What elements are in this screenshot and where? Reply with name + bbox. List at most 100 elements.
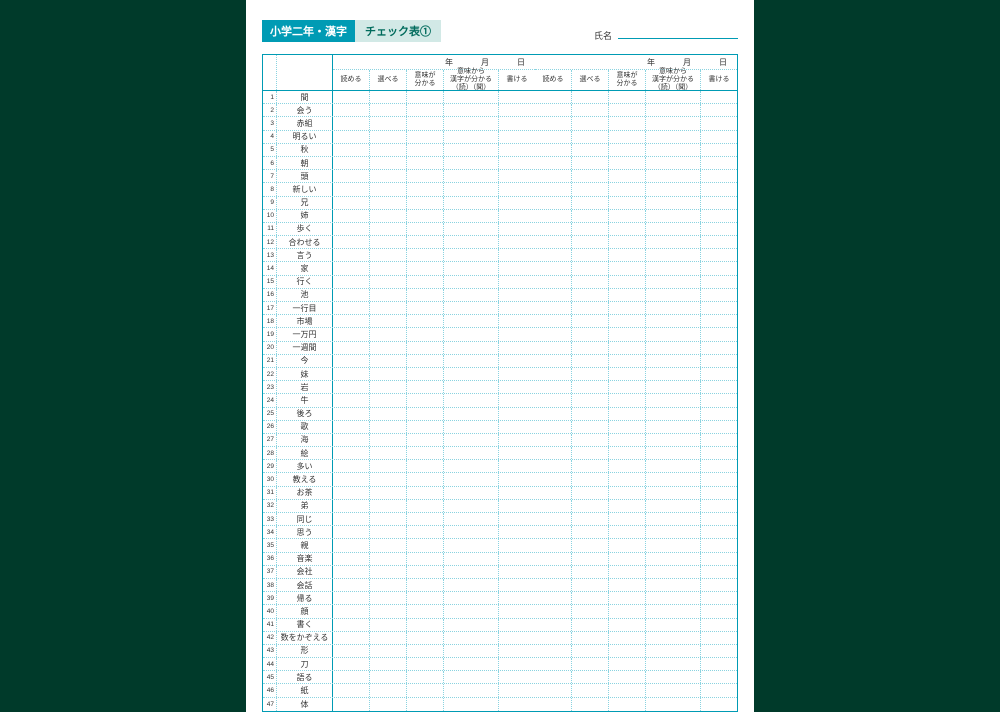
check-cell[interactable] xyxy=(572,434,609,446)
check-cell[interactable] xyxy=(444,434,499,446)
check-cell[interactable] xyxy=(535,117,572,129)
check-cell[interactable] xyxy=(444,157,499,169)
check-cell[interactable] xyxy=(609,381,646,393)
check-cell[interactable] xyxy=(701,302,737,314)
check-cell[interactable] xyxy=(333,684,370,696)
check-cell[interactable] xyxy=(572,671,609,683)
check-cell[interactable] xyxy=(444,210,499,222)
check-cell[interactable] xyxy=(370,487,407,499)
check-cell[interactable] xyxy=(407,473,444,485)
check-cell[interactable] xyxy=(701,447,737,459)
check-cell[interactable] xyxy=(572,487,609,499)
check-cell[interactable] xyxy=(370,645,407,657)
check-cell[interactable] xyxy=(333,447,370,459)
check-cell[interactable] xyxy=(609,144,646,156)
check-cell[interactable] xyxy=(535,183,572,195)
check-cell[interactable] xyxy=(535,698,572,711)
check-cell[interactable] xyxy=(333,526,370,538)
check-cell[interactable] xyxy=(609,117,646,129)
check-cell[interactable] xyxy=(444,394,499,406)
check-cell[interactable] xyxy=(535,632,572,644)
check-cell[interactable] xyxy=(499,289,535,301)
check-cell[interactable] xyxy=(499,421,535,433)
check-cell[interactable] xyxy=(535,487,572,499)
check-cell[interactable] xyxy=(609,262,646,274)
check-cell[interactable] xyxy=(333,698,370,711)
check-cell[interactable] xyxy=(646,421,701,433)
check-cell[interactable] xyxy=(370,91,407,103)
check-cell[interactable] xyxy=(407,342,444,354)
check-cell[interactable] xyxy=(701,698,737,711)
check-cell[interactable] xyxy=(444,421,499,433)
check-cell[interactable] xyxy=(646,408,701,420)
check-cell[interactable] xyxy=(701,421,737,433)
check-cell[interactable] xyxy=(370,262,407,274)
check-cell[interactable] xyxy=(370,447,407,459)
check-cell[interactable] xyxy=(333,131,370,143)
check-cell[interactable] xyxy=(646,91,701,103)
check-cell[interactable] xyxy=(444,236,499,248)
check-cell[interactable] xyxy=(333,658,370,670)
check-cell[interactable] xyxy=(499,619,535,631)
check-cell[interactable] xyxy=(444,473,499,485)
check-cell[interactable] xyxy=(572,394,609,406)
check-cell[interactable] xyxy=(407,671,444,683)
check-cell[interactable] xyxy=(572,658,609,670)
check-cell[interactable] xyxy=(444,104,499,116)
check-cell[interactable] xyxy=(572,513,609,525)
check-cell[interactable] xyxy=(646,566,701,578)
check-cell[interactable] xyxy=(499,592,535,604)
check-cell[interactable] xyxy=(535,170,572,182)
check-cell[interactable] xyxy=(499,328,535,340)
check-cell[interactable] xyxy=(370,210,407,222)
check-cell[interactable] xyxy=(609,592,646,604)
check-cell[interactable] xyxy=(609,355,646,367)
check-cell[interactable] xyxy=(333,394,370,406)
check-cell[interactable] xyxy=(407,408,444,420)
check-cell[interactable] xyxy=(609,645,646,657)
check-cell[interactable] xyxy=(407,117,444,129)
check-cell[interactable] xyxy=(535,144,572,156)
check-cell[interactable] xyxy=(646,342,701,354)
check-cell[interactable] xyxy=(407,526,444,538)
check-cell[interactable] xyxy=(535,513,572,525)
check-cell[interactable] xyxy=(444,276,499,288)
check-cell[interactable] xyxy=(609,408,646,420)
check-cell[interactable] xyxy=(499,434,535,446)
check-cell[interactable] xyxy=(572,289,609,301)
check-cell[interactable] xyxy=(609,276,646,288)
check-cell[interactable] xyxy=(572,605,609,617)
check-cell[interactable] xyxy=(535,605,572,617)
check-cell[interactable] xyxy=(609,302,646,314)
check-cell[interactable] xyxy=(609,131,646,143)
check-cell[interactable] xyxy=(333,421,370,433)
check-cell[interactable] xyxy=(701,460,737,472)
check-cell[interactable] xyxy=(333,249,370,261)
check-cell[interactable] xyxy=(609,197,646,209)
check-cell[interactable] xyxy=(701,500,737,512)
check-cell[interactable] xyxy=(535,671,572,683)
check-cell[interactable] xyxy=(370,117,407,129)
check-cell[interactable] xyxy=(407,328,444,340)
check-cell[interactable] xyxy=(535,236,572,248)
check-cell[interactable] xyxy=(646,315,701,327)
check-cell[interactable] xyxy=(370,684,407,696)
check-cell[interactable] xyxy=(499,513,535,525)
check-cell[interactable] xyxy=(499,236,535,248)
check-cell[interactable] xyxy=(701,553,737,565)
check-cell[interactable] xyxy=(535,276,572,288)
check-cell[interactable] xyxy=(646,434,701,446)
check-cell[interactable] xyxy=(333,342,370,354)
check-cell[interactable] xyxy=(370,605,407,617)
check-cell[interactable] xyxy=(535,658,572,670)
check-cell[interactable] xyxy=(535,421,572,433)
check-cell[interactable] xyxy=(572,183,609,195)
check-cell[interactable] xyxy=(444,500,499,512)
check-cell[interactable] xyxy=(609,526,646,538)
check-cell[interactable] xyxy=(407,223,444,235)
check-cell[interactable] xyxy=(333,223,370,235)
check-cell[interactable] xyxy=(370,236,407,248)
check-cell[interactable] xyxy=(535,157,572,169)
check-cell[interactable] xyxy=(499,566,535,578)
check-cell[interactable] xyxy=(499,671,535,683)
